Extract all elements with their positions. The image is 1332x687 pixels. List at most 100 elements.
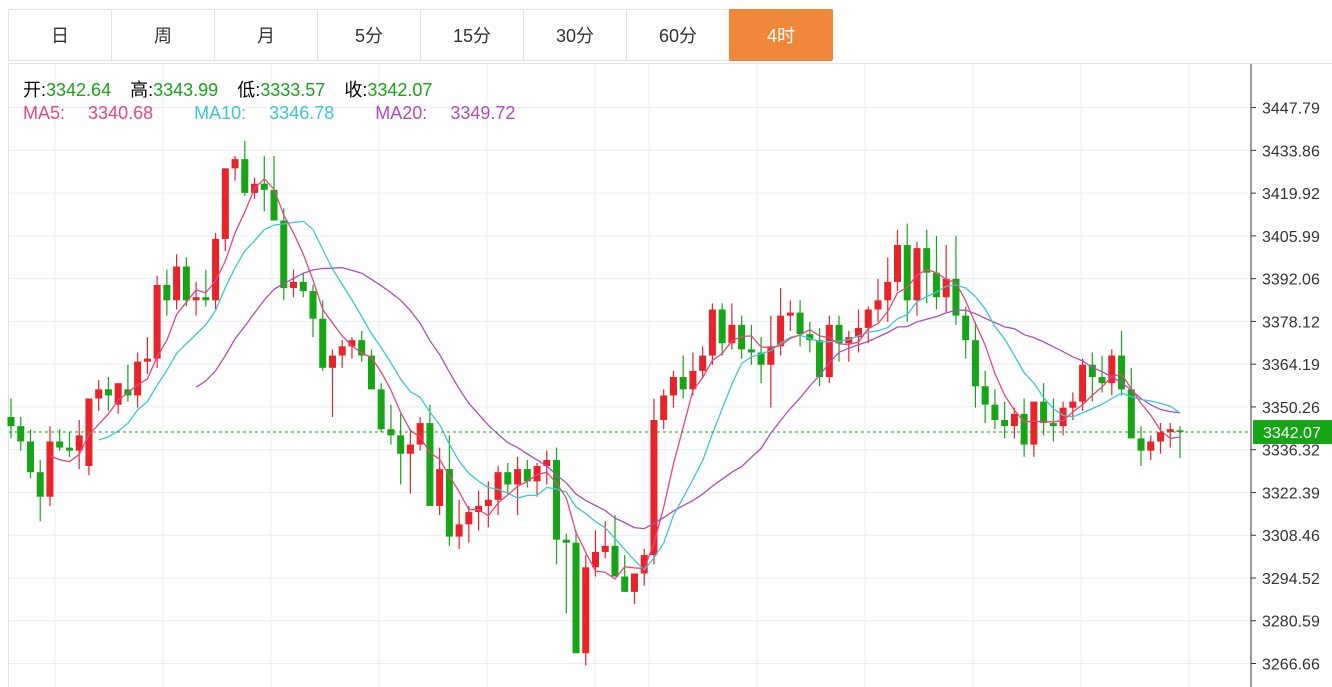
price-axis-label: 3350.26 — [1262, 400, 1320, 417]
candle-body-up — [1010, 413, 1018, 427]
candle-body-down — [718, 309, 726, 344]
ma10-label: MA10: — [194, 103, 247, 123]
ohlc-readout: 开:3342.64 高:3343.99 低:3333.57 收:3342.07 — [23, 76, 446, 102]
current-price-label: 3342.07 — [1263, 425, 1321, 442]
close-label: 收: — [344, 80, 368, 100]
ma10-readout: MA10: 3346.78 — [194, 103, 352, 123]
candle-body-down — [1098, 377, 1106, 384]
candle-body-down — [397, 435, 405, 454]
candle-body-down — [309, 291, 317, 319]
candle-body-down — [971, 340, 979, 387]
candle-body-down — [56, 441, 64, 448]
candle-body-up — [494, 472, 502, 500]
candle-body-down — [104, 389, 112, 396]
price-axis-label: 3433.86 — [1262, 143, 1320, 160]
candle-body-up — [153, 284, 161, 359]
candle-body-up — [699, 355, 707, 371]
candle-body-down — [26, 441, 34, 473]
open-value: 3342.64 — [46, 80, 112, 100]
candle-body-up — [864, 309, 872, 328]
candle-body-up — [786, 312, 794, 316]
candle-body-up — [436, 469, 444, 506]
candle-body-up — [134, 361, 142, 396]
price-axis-label: 3336.32 — [1262, 443, 1320, 460]
ma20-readout: MA20: 3349.72 — [375, 103, 533, 123]
candle-body-down — [991, 404, 999, 420]
candle-body-up — [143, 358, 151, 362]
candle-body-up — [192, 297, 200, 301]
candle-body-down — [981, 386, 989, 405]
candle-body-down — [7, 416, 15, 427]
candle-body-down — [319, 318, 327, 368]
candle-body-up — [231, 159, 239, 169]
candle-body-up — [884, 281, 892, 301]
candle-body-up — [290, 281, 298, 289]
candle-body-up — [582, 567, 590, 654]
candle-body-down — [241, 159, 249, 193]
candle-body-up — [95, 389, 103, 399]
ma20-label: MA20: — [375, 103, 428, 123]
candle-body-up — [328, 355, 336, 368]
candle-body-down — [377, 389, 385, 430]
candle-body-up — [1059, 407, 1067, 427]
price-axis-label: 3280.59 — [1262, 614, 1320, 631]
candle-body-up — [455, 524, 463, 537]
price-axis-label: 3419.92 — [1262, 186, 1320, 203]
candle-body-down — [504, 472, 512, 485]
candle-body-down — [962, 315, 970, 341]
ma10-line — [98, 220, 1181, 571]
candle-body-down — [426, 423, 434, 506]
ma5-value: 3340.68 — [88, 103, 154, 123]
candle-body-down — [299, 281, 307, 292]
high-label: 高: — [130, 80, 154, 100]
price-axis-label: 3266.66 — [1262, 656, 1320, 673]
candle-body-up — [660, 395, 668, 420]
candle-body-down — [1049, 423, 1057, 427]
candle-body-up — [465, 512, 473, 525]
candle-body-down — [17, 426, 25, 442]
candle-body-down — [280, 220, 288, 289]
candle-body-up — [669, 377, 677, 396]
low-value: 3333.57 — [260, 80, 326, 100]
candle-body-up — [1079, 364, 1087, 402]
candle-body-up — [1069, 401, 1077, 408]
candle-body-down — [903, 245, 911, 301]
candle-body-down — [1040, 401, 1048, 424]
candle-body-down — [553, 459, 561, 540]
candle-body-down — [747, 349, 755, 353]
candle-body-up — [484, 499, 492, 506]
price-axis-label: 3294.52 — [1262, 571, 1320, 588]
price-axis-label: 3364.19 — [1262, 357, 1320, 374]
low-label: 低: — [237, 80, 261, 100]
open-label: 开: — [23, 80, 47, 100]
price-axis-label: 3405.99 — [1262, 229, 1320, 246]
candle-body-up — [173, 266, 181, 301]
candle-body-down — [562, 539, 570, 543]
candle-body-up — [406, 444, 414, 454]
ma10-value: 3346.78 — [269, 103, 335, 123]
candle-body-up — [874, 300, 882, 310]
candle-body-down — [1137, 438, 1145, 451]
candle-body-up — [212, 238, 220, 301]
candle-body-up — [893, 245, 901, 282]
candle-body-up — [1157, 432, 1165, 442]
candle-body-up — [338, 346, 346, 356]
candle-body-up — [630, 573, 638, 592]
candle-body-down — [36, 472, 44, 497]
candle-body-down — [572, 542, 580, 654]
high-value: 3343.99 — [153, 80, 219, 100]
ma5-label: MA5: — [23, 103, 66, 123]
candle-body-down — [611, 545, 619, 577]
candle-body-down — [679, 377, 687, 390]
price-axis-label: 3447.79 — [1262, 101, 1320, 118]
candle-body-down — [260, 183, 268, 190]
candle-body-up — [1147, 441, 1155, 451]
candle-body-up — [601, 545, 609, 552]
candle-body-up — [1030, 401, 1038, 445]
price-axis-label: 3322.39 — [1262, 485, 1320, 502]
candle-body-down — [202, 297, 210, 301]
candle-body-up — [221, 168, 229, 239]
price-axis-label: 3308.46 — [1262, 528, 1320, 545]
candle-body-down — [163, 284, 171, 301]
candle-body-up — [708, 309, 716, 356]
